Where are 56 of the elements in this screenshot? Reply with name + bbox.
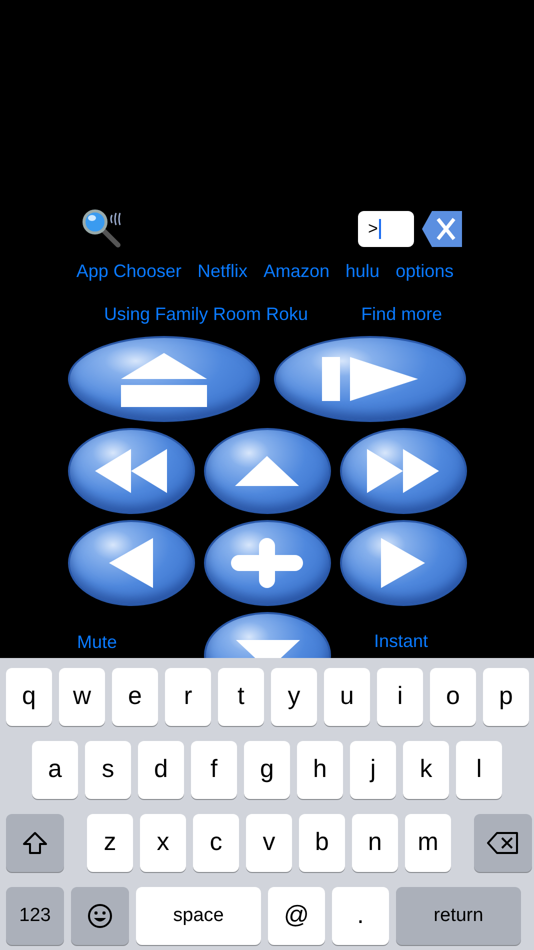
keyboard-key[interactable]: s bbox=[85, 741, 131, 799]
numbers-key[interactable]: 123 bbox=[6, 887, 64, 945]
keyboard-key[interactable]: u bbox=[324, 668, 370, 726]
keyboard-key[interactable]: o bbox=[430, 668, 476, 726]
link[interactable]: Amazon bbox=[263, 258, 330, 285]
emoji-key[interactable] bbox=[71, 887, 129, 945]
shift-key[interactable] bbox=[6, 814, 64, 872]
keyboard-key[interactable]: b bbox=[299, 814, 345, 872]
emoji-icon bbox=[87, 903, 113, 929]
link[interactable]: Netflix bbox=[197, 258, 248, 285]
device-status[interactable]: Using Family Room Roku bbox=[104, 301, 308, 328]
keyboard-key[interactable]: v bbox=[246, 814, 292, 872]
text-cursor bbox=[378, 219, 381, 239]
keyboard-key[interactable]: a bbox=[32, 741, 78, 799]
keyboard-key[interactable]: . bbox=[332, 887, 389, 945]
space-key[interactable]: space bbox=[136, 887, 261, 945]
find-more-link[interactable]: Find more bbox=[361, 301, 442, 328]
backspace-icon bbox=[487, 831, 519, 855]
input-field[interactable]: > bbox=[358, 211, 414, 247]
right-arrow-icon bbox=[381, 538, 425, 588]
keyboard-key[interactable]: p bbox=[483, 668, 529, 726]
mute-button[interactable]: Mute bbox=[76, 629, 118, 656]
keyboard-key[interactable]: @ bbox=[268, 887, 325, 945]
keyboard-key[interactable]: f bbox=[191, 741, 237, 799]
play-pause-icon bbox=[322, 357, 418, 401]
keyboard-key[interactable]: x bbox=[140, 814, 186, 872]
delete-key[interactable] bbox=[474, 814, 532, 872]
keyboard-key[interactable]: l bbox=[456, 741, 502, 799]
link[interactable]: hulu bbox=[346, 258, 380, 285]
keyboard-key[interactable]: n bbox=[352, 814, 398, 872]
up-arrow-icon bbox=[235, 456, 299, 486]
keyboard-key[interactable]: h bbox=[297, 741, 343, 799]
link[interactable]: options bbox=[396, 258, 454, 285]
fast-forward-icon bbox=[367, 449, 439, 493]
keyboard-key[interactable]: m bbox=[405, 814, 451, 872]
rewind-icon bbox=[95, 449, 167, 493]
instant-button[interactable]: Instant bbox=[374, 628, 428, 655]
clear-icon[interactable] bbox=[422, 211, 462, 247]
keyboard-key[interactable]: t bbox=[218, 668, 264, 726]
keyboard-key[interactable]: y bbox=[271, 668, 317, 726]
keyboard-key[interactable]: i bbox=[377, 668, 423, 726]
keyboard-key[interactable]: z bbox=[87, 814, 133, 872]
keyboard-key[interactable]: c bbox=[193, 814, 239, 872]
plus-icon bbox=[231, 538, 303, 588]
left-arrow-icon bbox=[109, 538, 153, 588]
link[interactable]: App Chooser bbox=[76, 258, 182, 285]
shift-icon bbox=[22, 831, 48, 855]
keyboard-key[interactable]: q bbox=[6, 668, 52, 726]
keyboard-key[interactable]: k bbox=[403, 741, 449, 799]
keyboard-key[interactable]: r bbox=[165, 668, 211, 726]
keyboard-key[interactable]: d bbox=[138, 741, 184, 799]
keyboard-key[interactable]: j bbox=[350, 741, 396, 799]
keyboard-key[interactable]: w bbox=[59, 668, 105, 726]
return-key[interactable]: return bbox=[396, 887, 521, 945]
keyboard-key[interactable]: g bbox=[244, 741, 290, 799]
keyboard-key[interactable]: e bbox=[112, 668, 158, 726]
